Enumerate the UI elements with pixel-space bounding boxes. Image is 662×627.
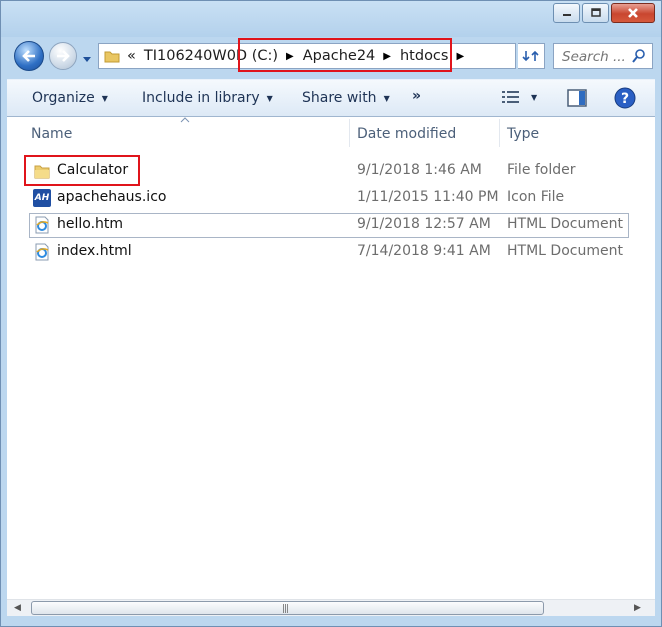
share-with-label: Share with <box>302 90 377 106</box>
organize-button[interactable]: Organize ▼ <box>32 90 108 106</box>
breadcrumb-overflow[interactable]: « <box>127 48 136 64</box>
search-box[interactable] <box>553 43 653 69</box>
scrollbar-thumb[interactable]: ||| <box>31 601 544 615</box>
apachehaus-icon: AH <box>33 189 51 207</box>
refresh-button[interactable] <box>518 43 545 69</box>
organize-label: Organize <box>32 90 95 106</box>
chevron-down-icon: ▼ <box>101 93 108 103</box>
change-view-button[interactable]: ▼ <box>501 89 537 105</box>
minimize-icon <box>562 14 571 16</box>
file-type: HTML Document <box>507 243 623 259</box>
file-date: 1/11/2015 11:40 PM <box>357 189 499 205</box>
more-commands-button[interactable]: » <box>412 88 421 104</box>
column-divider[interactable] <box>499 119 500 147</box>
preview-pane-button[interactable] <box>567 89 587 107</box>
calculator-highlight-box <box>24 155 140 186</box>
command-bar: Organize ▼ Include in library ▼ Share with… <box>7 79 655 117</box>
file-row-hello[interactable]: hello.htm 9/1/2018 12:57 AM HTML Documen… <box>29 213 629 238</box>
column-header-name[interactable]: Name <box>31 126 72 142</box>
column-header-type[interactable]: Type <box>507 126 539 142</box>
include-in-library-label: Include in library <box>142 90 260 106</box>
close-button[interactable] <box>611 3 655 23</box>
folder-icon <box>104 51 120 63</box>
search-input[interactable] <box>560 48 630 66</box>
forward-button[interactable] <box>49 42 77 70</box>
title-bar[interactable] <box>1 1 661 37</box>
window-controls <box>551 3 655 23</box>
more-commands-label: » <box>412 88 422 104</box>
forward-arrow-icon <box>57 50 70 62</box>
scrollbar-grip-icon: ||| <box>282 604 289 614</box>
minimize-button[interactable] <box>553 3 580 23</box>
maximize-button[interactable] <box>582 3 609 23</box>
file-type: File folder <box>507 162 576 178</box>
chevron-down-icon: ▼ <box>531 92 538 102</box>
file-name: apachehaus.ico <box>57 189 167 205</box>
file-date: 9/1/2018 1:46 AM <box>357 162 482 178</box>
search-icon[interactable] <box>632 48 646 64</box>
help-button[interactable]: ? <box>614 87 636 109</box>
address-highlight-box <box>238 38 452 72</box>
scroll-left-arrow-icon[interactable]: ◀ <box>14 603 21 613</box>
apachehaus-icon-label: AH <box>34 193 50 203</box>
file-date: 7/14/2018 9:41 AM <box>357 243 491 259</box>
details-view-icon <box>502 91 519 103</box>
recent-pages-dropdown[interactable] <box>82 51 92 67</box>
breadcrumb-separator-icon[interactable]: ▶ <box>456 51 464 62</box>
file-row-index[interactable]: index.html 7/14/2018 9:41 AM HTML Docume… <box>29 240 629 265</box>
file-list: Name Date modified Type Calculator 9/1/2… <box>7 117 655 601</box>
close-icon <box>628 8 638 18</box>
file-date: 9/1/2018 12:57 AM <box>357 216 491 232</box>
ie-document-icon <box>35 216 49 234</box>
scroll-right-arrow-icon[interactable]: ▶ <box>634 603 641 613</box>
help-icon: ? <box>614 87 636 109</box>
back-button[interactable] <box>14 41 44 71</box>
maximize-icon <box>590 8 601 17</box>
chevron-down-icon: ▼ <box>266 93 273 103</box>
file-type: Icon File <box>507 189 565 205</box>
file-type: HTML Document <box>507 216 623 232</box>
explorer-window: « TI106240W0D (C:) ▶ Apache24 ▶ htdocs ▶… <box>0 0 662 627</box>
column-divider[interactable] <box>349 119 350 147</box>
include-in-library-button[interactable]: Include in library ▼ <box>142 90 273 106</box>
refresh-icon <box>522 50 539 62</box>
back-arrow-icon <box>22 50 35 62</box>
column-header-row: Name Date modified Type <box>7 117 655 149</box>
file-row-apachehaus[interactable]: AH apachehaus.ico 1/11/2015 11:40 PM Ico… <box>29 186 629 211</box>
share-with-button[interactable]: Share with ▼ <box>302 90 390 106</box>
chevron-down-icon <box>83 57 91 62</box>
svg-text:?: ? <box>621 91 629 107</box>
chevron-down-icon: ▼ <box>383 93 390 103</box>
file-name: index.html <box>57 243 132 259</box>
file-name: hello.htm <box>57 216 124 232</box>
status-bar <box>1 616 661 626</box>
preview-pane-icon <box>567 89 587 107</box>
column-header-date-modified[interactable]: Date modified <box>357 126 456 142</box>
horizontal-scrollbar[interactable]: ◀ ||| ▶ <box>7 599 655 616</box>
ie-document-icon <box>35 243 49 261</box>
sort-ascending-icon <box>180 117 190 123</box>
